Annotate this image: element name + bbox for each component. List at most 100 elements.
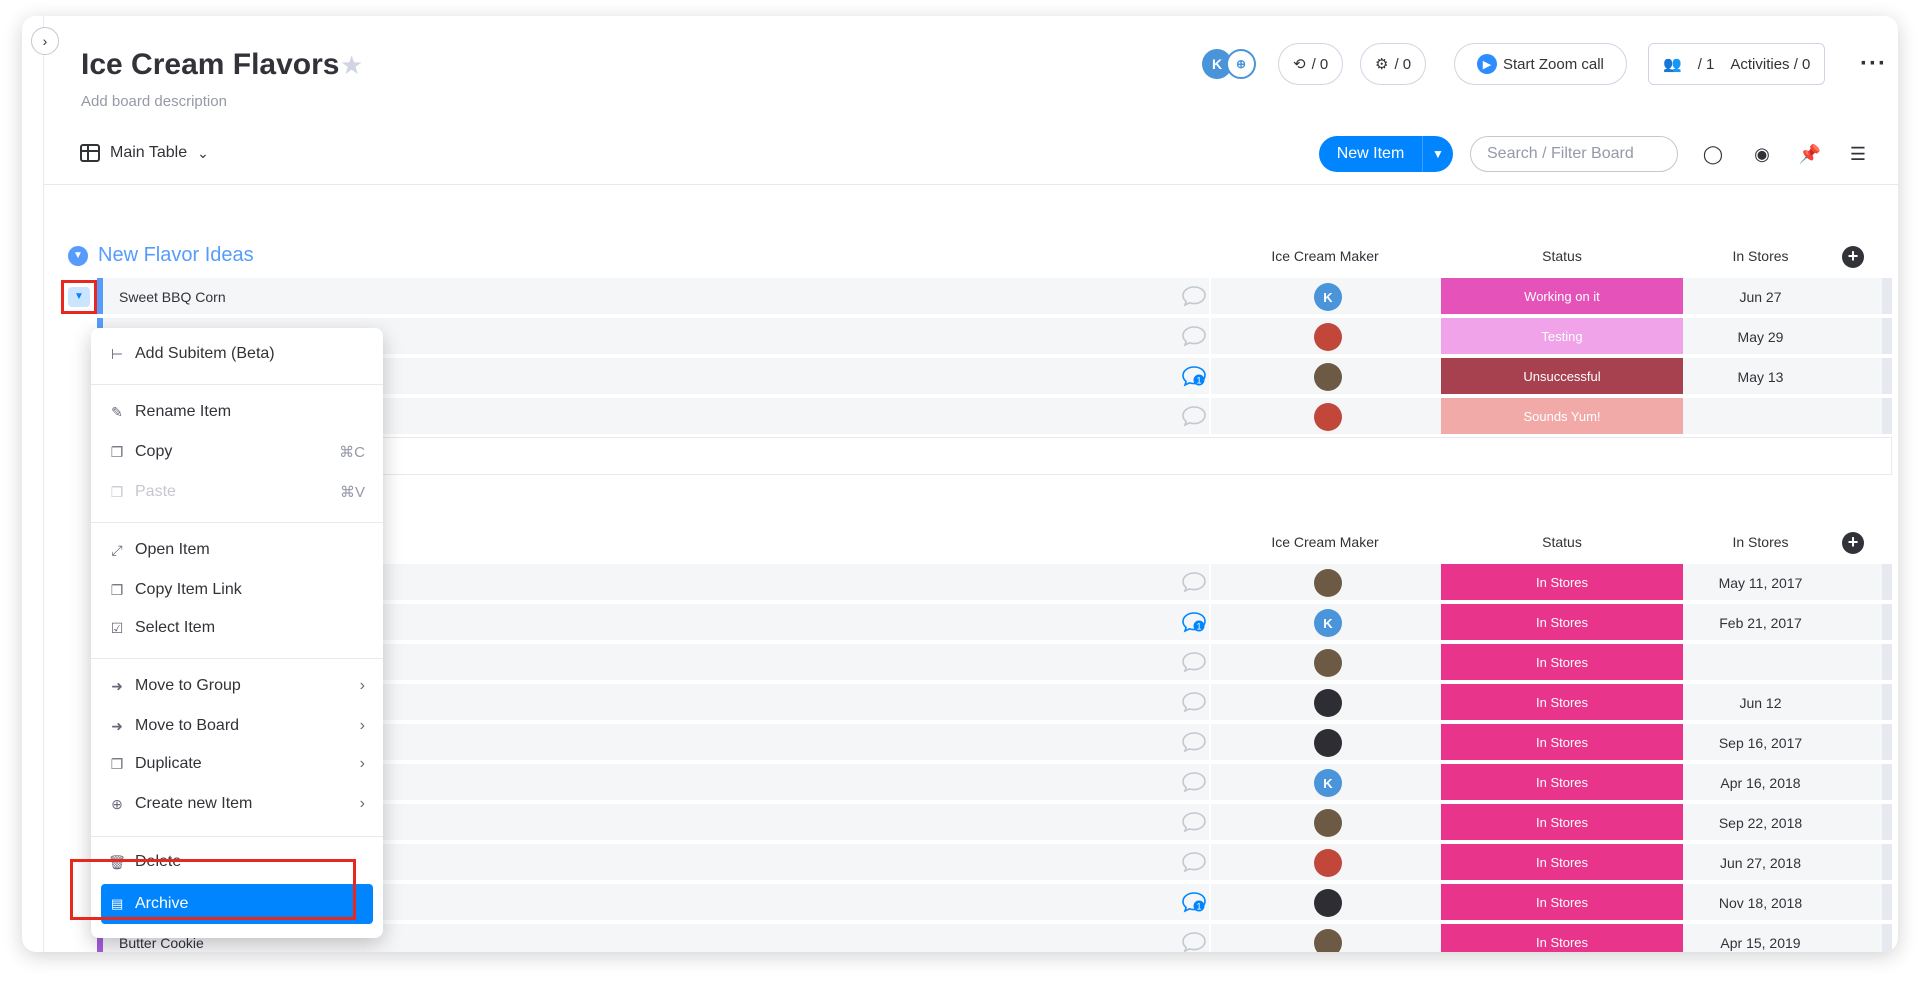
- maker-cell[interactable]: [1209, 884, 1441, 920]
- updates-bubble-icon[interactable]: [1181, 811, 1207, 833]
- status-cell[interactable]: In Stores: [1441, 564, 1683, 600]
- integrations-chip[interactable]: ⟲ / 0: [1278, 43, 1344, 85]
- view-selector[interactable]: Main Table ⌄: [80, 144, 209, 162]
- pin-icon[interactable]: 📌: [1794, 138, 1826, 170]
- avatar[interactable]: [1314, 889, 1342, 917]
- status-cell[interactable]: In Stores: [1441, 844, 1683, 880]
- updates-bubble-icon[interactable]: [1181, 325, 1207, 347]
- activities-label[interactable]: Activities / 0: [1730, 56, 1810, 73]
- new-item-label[interactable]: New Item: [1319, 136, 1423, 172]
- date-cell[interactable]: May 13: [1683, 358, 1838, 394]
- maker-cell[interactable]: [1209, 924, 1441, 952]
- avatar[interactable]: [1314, 649, 1342, 677]
- status-cell[interactable]: In Stores: [1441, 804, 1683, 840]
- updates-bubble-icon[interactable]: [1181, 285, 1207, 307]
- avatar[interactable]: [1314, 809, 1342, 837]
- date-cell[interactable]: May 11, 2017: [1683, 564, 1838, 600]
- avatar[interactable]: [1314, 729, 1342, 757]
- date-cell[interactable]: May 29: [1683, 318, 1838, 354]
- updates-bubble-icon[interactable]: [1181, 651, 1207, 673]
- menu-item-add-subitem[interactable]: ⊢ Add Subitem (Beta): [91, 336, 383, 372]
- date-cell[interactable]: Jun 12: [1683, 684, 1838, 720]
- maker-cell[interactable]: K: [1209, 764, 1441, 800]
- menu-item-move-group[interactable]: ➜ Move to Group ›: [91, 668, 383, 704]
- expand-sidebar-button[interactable]: ›: [31, 27, 59, 55]
- hide-icon[interactable]: ◉: [1746, 138, 1778, 170]
- menu-item-duplicate[interactable]: ❐ Duplicate ›: [91, 746, 383, 782]
- menu-item-paste[interactable]: ❐ Paste ⌘V: [91, 474, 383, 510]
- date-cell[interactable]: [1683, 398, 1838, 434]
- avatar[interactable]: [1314, 569, 1342, 597]
- avatar[interactable]: [1314, 929, 1342, 952]
- maker-cell[interactable]: [1209, 564, 1441, 600]
- maker-cell[interactable]: [1209, 398, 1441, 434]
- board-subscribers[interactable]: K ⊕: [1202, 43, 1256, 85]
- zoom-call-button[interactable]: ▶ Start Zoom call: [1454, 43, 1627, 85]
- maker-cell[interactable]: [1209, 644, 1441, 680]
- status-cell[interactable]: Unsuccessful: [1441, 358, 1683, 394]
- status-cell[interactable]: In Stores: [1441, 764, 1683, 800]
- maker-cell[interactable]: [1209, 684, 1441, 720]
- updates-bubble-icon[interactable]: 1: [1181, 611, 1207, 633]
- add-column-icon[interactable]: +: [1842, 532, 1864, 554]
- avatar[interactable]: [1314, 403, 1342, 431]
- updates-bubble-icon[interactable]: [1181, 851, 1207, 873]
- column-header-maker[interactable]: Ice Cream Maker: [1209, 248, 1441, 264]
- maker-cell[interactable]: [1209, 358, 1441, 394]
- avatar[interactable]: [1314, 323, 1342, 351]
- search-input[interactable]: Search / Filter Board: [1470, 136, 1678, 172]
- filter-icon[interactable]: ☰: [1842, 138, 1874, 170]
- table-row[interactable]: Sweet BBQ Corn K Working on it Jun 27: [97, 278, 1892, 316]
- updates-bubble-icon[interactable]: [1181, 771, 1207, 793]
- column-header-status[interactable]: Status: [1441, 534, 1683, 550]
- maker-cell[interactable]: [1209, 804, 1441, 840]
- updates-bubble-icon[interactable]: [1181, 691, 1207, 713]
- board-title[interactable]: Ice Cream Flavors: [81, 48, 339, 82]
- menu-item-move-board[interactable]: ➜ Move to Board ›: [91, 708, 383, 744]
- status-cell[interactable]: In Stores: [1441, 684, 1683, 720]
- more-options-icon[interactable]: ···: [1860, 43, 1887, 85]
- menu-item-rename[interactable]: ✎ Rename Item: [91, 394, 383, 430]
- invite-icon[interactable]: ⊕: [1226, 49, 1256, 79]
- column-header-maker[interactable]: Ice Cream Maker: [1209, 534, 1441, 550]
- status-cell[interactable]: Testing: [1441, 318, 1683, 354]
- date-cell[interactable]: [1683, 644, 1838, 680]
- group-collapse-icon[interactable]: ▼: [68, 245, 88, 266]
- updates-bubble-icon[interactable]: 1: [1181, 891, 1207, 913]
- status-cell[interactable]: In Stores: [1441, 644, 1683, 680]
- menu-item-open[interactable]: ⤢ Open Item: [91, 532, 383, 568]
- person-filter-icon[interactable]: ◯: [1697, 138, 1729, 170]
- updates-bubble-icon[interactable]: [1181, 931, 1207, 952]
- new-item-button[interactable]: New Item ▼: [1319, 136, 1453, 172]
- date-cell[interactable]: Jun 27, 2018: [1683, 844, 1838, 880]
- avatar[interactable]: K: [1314, 283, 1342, 311]
- status-cell[interactable]: In Stores: [1441, 924, 1683, 952]
- group-header[interactable]: ▼ New Flavor Ideas: [68, 244, 254, 267]
- item-menu-toggle-icon[interactable]: ▼: [68, 287, 90, 307]
- updates-bubble-icon[interactable]: [1181, 731, 1207, 753]
- status-cell[interactable]: Sounds Yum!: [1441, 398, 1683, 434]
- updates-bubble-icon[interactable]: 1: [1181, 365, 1207, 387]
- date-cell[interactable]: Apr 15, 2019: [1683, 924, 1838, 952]
- board-description[interactable]: Add board description: [81, 93, 227, 110]
- item-name[interactable]: Sweet BBQ Corn: [119, 289, 226, 305]
- avatar[interactable]: K: [1314, 769, 1342, 797]
- updates-bubble-icon[interactable]: [1181, 405, 1207, 427]
- avatar[interactable]: [1314, 849, 1342, 877]
- menu-item-copy-link[interactable]: ❐ Copy Item Link: [91, 572, 383, 608]
- add-column-icon[interactable]: +: [1842, 246, 1864, 268]
- avatar[interactable]: [1314, 689, 1342, 717]
- maker-cell[interactable]: K: [1209, 604, 1441, 640]
- status-cell[interactable]: Working on it: [1441, 278, 1683, 314]
- chevron-down-icon[interactable]: ▼: [1423, 147, 1453, 161]
- date-cell[interactable]: Sep 22, 2018: [1683, 804, 1838, 840]
- column-header-stores[interactable]: In Stores: [1683, 534, 1838, 550]
- menu-item-select[interactable]: ☑ Select Item: [91, 610, 383, 646]
- date-cell[interactable]: Jun 27: [1683, 278, 1838, 314]
- favorite-star-icon[interactable]: ★: [340, 50, 363, 81]
- date-cell[interactable]: Apr 16, 2018: [1683, 764, 1838, 800]
- menu-item-copy[interactable]: ❐ Copy ⌘C: [91, 434, 383, 470]
- status-cell[interactable]: In Stores: [1441, 724, 1683, 760]
- members-activities[interactable]: 👥 / 1 Activities / 0: [1648, 43, 1826, 85]
- menu-item-create-new[interactable]: ⊕ Create new Item ›: [91, 786, 383, 822]
